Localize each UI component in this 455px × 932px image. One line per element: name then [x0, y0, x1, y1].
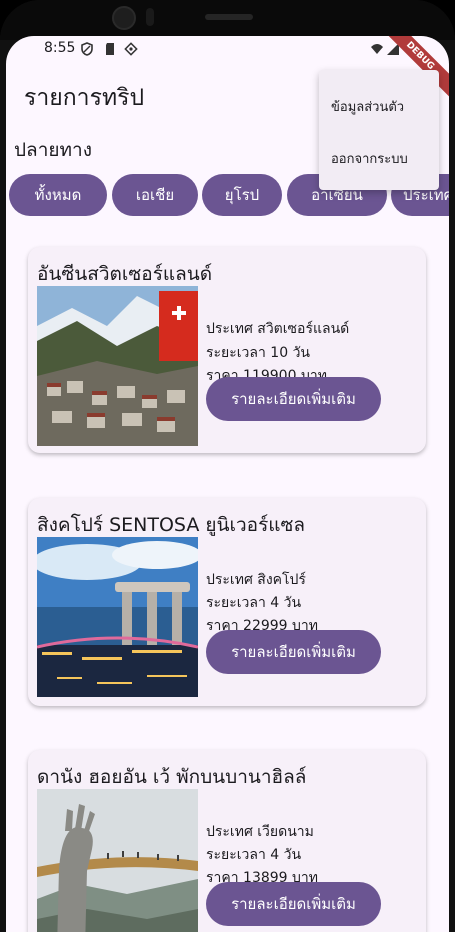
trip-title: ดานัง ฮอยอัน เว้ พักบนบานาฮิลล์ — [37, 766, 307, 788]
chip-asia[interactable]: เอเชีย — [112, 174, 198, 216]
app-screen: 8:55 DEBUG รายการทริป ปลายทาง ทั้งหมด เอ… — [6, 36, 449, 932]
menu-item-profile[interactable]: ข้อมูลส่วนตัว — [331, 96, 404, 117]
trip-image — [37, 286, 198, 446]
camera-icon — [112, 6, 136, 30]
status-bar: 8:55 DEBUG — [6, 36, 449, 101]
trip-title: อันซีนสวิตเซอร์แลนด์ — [37, 263, 213, 285]
trip-duration: ระยะเวลา 4 วัน — [206, 595, 302, 611]
trip-card: สิงคโปร์ SENTOSA ยูนิเวอร์แซล ประเทศ สิง… — [28, 498, 426, 706]
trip-title: สิงคโปร์ SENTOSA ยูนิเวอร์แซล — [37, 514, 306, 536]
sensor — [146, 8, 154, 26]
trip-duration: ระยะเวลา 4 วัน — [206, 847, 302, 863]
more-details-button[interactable]: รายละเอียดเพิ่มเติม — [206, 882, 381, 926]
data-saver-icon — [124, 42, 138, 56]
status-time: 8:55 — [44, 40, 76, 56]
chip-europe[interactable]: ยุโรป — [202, 174, 282, 216]
phone-frame: 8:55 DEBUG รายการทริป ปลายทาง ทั้งหมด เอ… — [0, 0, 455, 932]
trip-card: ดานัง ฮอยอัน เว้ พักบนบานาฮิลล์ ประเทศ เ… — [28, 750, 426, 932]
chip-all[interactable]: ทั้งหมด — [9, 174, 107, 216]
trip-duration: ระยะเวลา 10 วัน — [206, 345, 310, 361]
sd-card-icon — [106, 43, 114, 55]
more-details-button[interactable]: รายละเอียดเพิ่มเติม — [206, 377, 381, 421]
overflow-menu: ข้อมูลส่วนตัว ออกจากระบบ — [319, 70, 439, 190]
phone-top-bezel — [0, 0, 455, 40]
more-details-button[interactable]: รายละเอียดเพิ่มเติม — [206, 630, 381, 674]
shield-icon — [81, 42, 93, 56]
wifi-icon — [371, 44, 383, 54]
trip-image — [37, 537, 198, 697]
menu-item-logout[interactable]: ออกจากระบบ — [331, 148, 408, 169]
destination-label: ปลายทาง — [14, 139, 92, 161]
trip-country: ประเทศ สวิตเซอร์แลนด์ — [206, 321, 350, 337]
trip-image — [37, 789, 198, 932]
trip-country: ประเทศ สิงคโปร์ — [206, 572, 306, 588]
trip-card: อันซีนสวิตเซอร์แลนด์ ประเทศ สวิตเซอร์แลน… — [28, 247, 426, 453]
trip-country: ประเทศ เวียดนาม — [206, 824, 314, 840]
page-title: รายการทริป — [24, 85, 145, 111]
speaker-grill — [205, 14, 253, 20]
